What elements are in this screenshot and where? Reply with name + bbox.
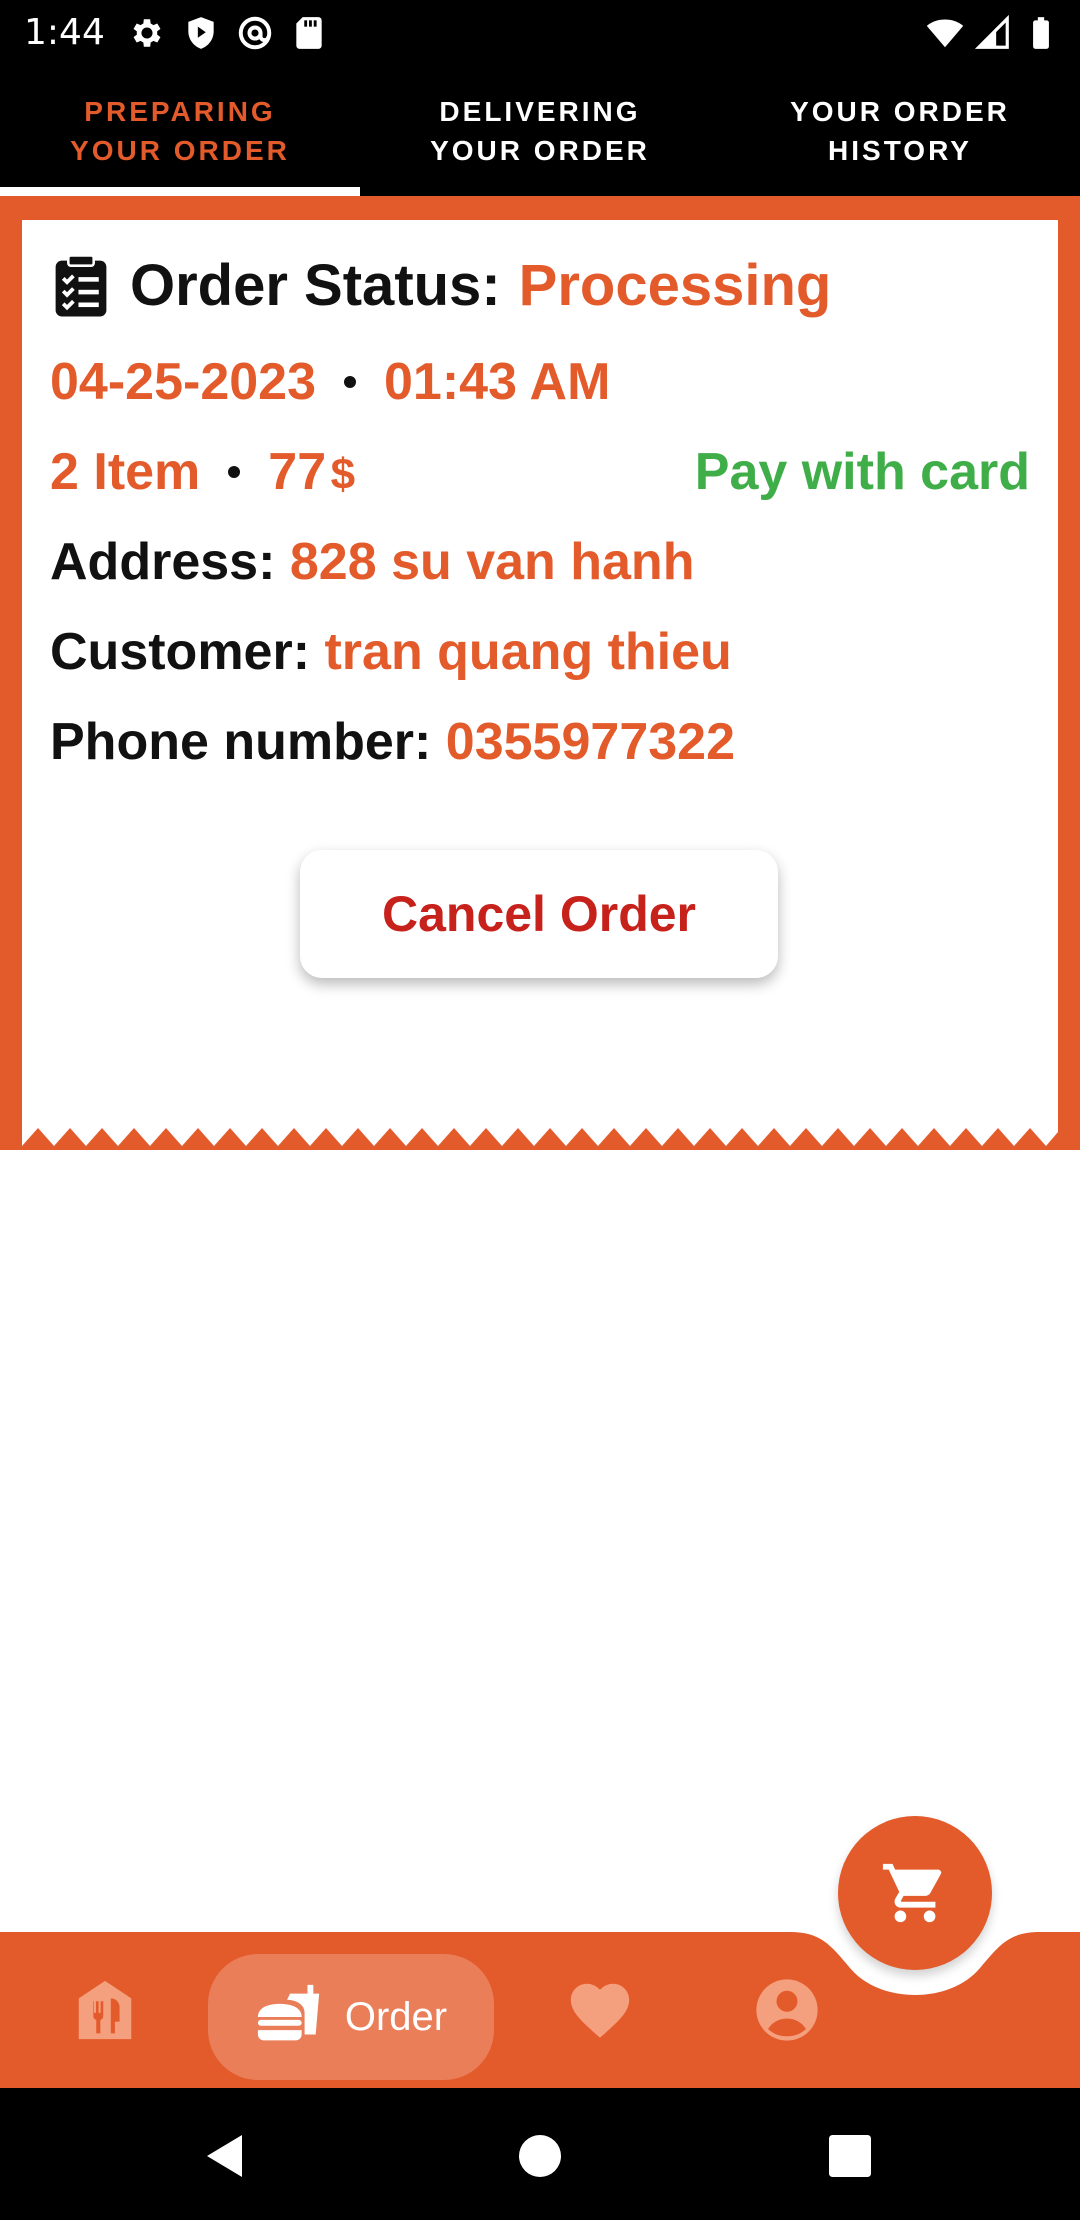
order-tabs: PREPARING YOUR ORDER DELIVERING YOUR ORD… [0, 66, 1080, 196]
phone-label: Phone number: [50, 713, 432, 771]
payment-method: Pay with card [694, 443, 1030, 501]
currency-symbol: $ [330, 450, 356, 499]
status-time: 1:44 [24, 12, 105, 53]
shield-play-icon [188, 17, 214, 49]
tab-order-history[interactable]: YOUR ORDER HISTORY [720, 66, 1080, 196]
cancel-order-button[interactable]: Cancel Order [300, 850, 778, 978]
at-sign-icon [238, 16, 272, 50]
burger-drink-icon [257, 1984, 320, 2041]
order-status-value: Processing [518, 253, 832, 318]
home-circle-icon[interactable] [512, 2128, 568, 2184]
address-label: Address: [50, 533, 276, 591]
nav-order-label: Order [344, 1994, 448, 2039]
order-time: 01:43 AM [384, 353, 611, 411]
order-item-count: 2 Item [50, 443, 201, 501]
tab-delivering-order[interactable]: DELIVERING YOUR ORDER [360, 66, 720, 196]
battery-icon [1033, 17, 1049, 49]
order-datetime-row: 04-25-2023 01:43 AM [50, 352, 610, 412]
order-items-row: 2 Item 77 $ [50, 442, 355, 502]
system-navigation-bar [0, 2088, 1080, 2220]
wifi-icon [926, 19, 964, 48]
signal-icon [974, 14, 1009, 49]
recent-apps-icon[interactable] [822, 2128, 878, 2184]
order-address-row: Address: 828 su van hanh [50, 532, 694, 592]
order-customer-row: Customer: tran quang thieu [50, 622, 732, 682]
clipboard-list-icon [55, 253, 107, 316]
back-icon[interactable] [200, 2128, 256, 2184]
status-left-icons [128, 14, 328, 52]
nav-home[interactable] [60, 1960, 150, 2060]
order-price-value: 77 [268, 443, 327, 501]
heart-icon [570, 1983, 630, 2038]
restaurant-icon [78, 1980, 132, 2040]
order-status-label: Order Status: [130, 253, 501, 318]
receipt-zigzag-edge [22, 1118, 1058, 1146]
customer-label: Customer: [50, 623, 311, 681]
tab-preparing-order[interactable]: PREPARING YOUR ORDER [0, 66, 360, 196]
order-price: 77 $ [268, 442, 355, 502]
order-phone-row: Phone number: 0355977322 [50, 712, 735, 772]
cart-icon [882, 1863, 942, 1923]
status-right-icons [926, 14, 1060, 52]
phone-value: 0355977322 [445, 713, 735, 771]
nav-order[interactable]: Order [208, 1954, 494, 2080]
cart-fab-button[interactable] [838, 1816, 992, 1970]
customer-value: tran quang thieu [324, 623, 732, 681]
status-bar: 1:44 [0, 0, 1080, 66]
separator-dot [228, 466, 241, 478]
gear-icon [133, 19, 161, 47]
nav-profile[interactable] [742, 1960, 832, 2060]
sd-card-icon [296, 17, 322, 49]
order-status-row: Order Status: Processing [50, 252, 831, 319]
separator-dot [344, 376, 356, 388]
order-date: 04-25-2023 [50, 353, 316, 411]
profile-icon [756, 1979, 818, 2041]
address-value: 828 su van hanh [289, 533, 695, 591]
nav-favorites[interactable] [555, 1960, 645, 2060]
